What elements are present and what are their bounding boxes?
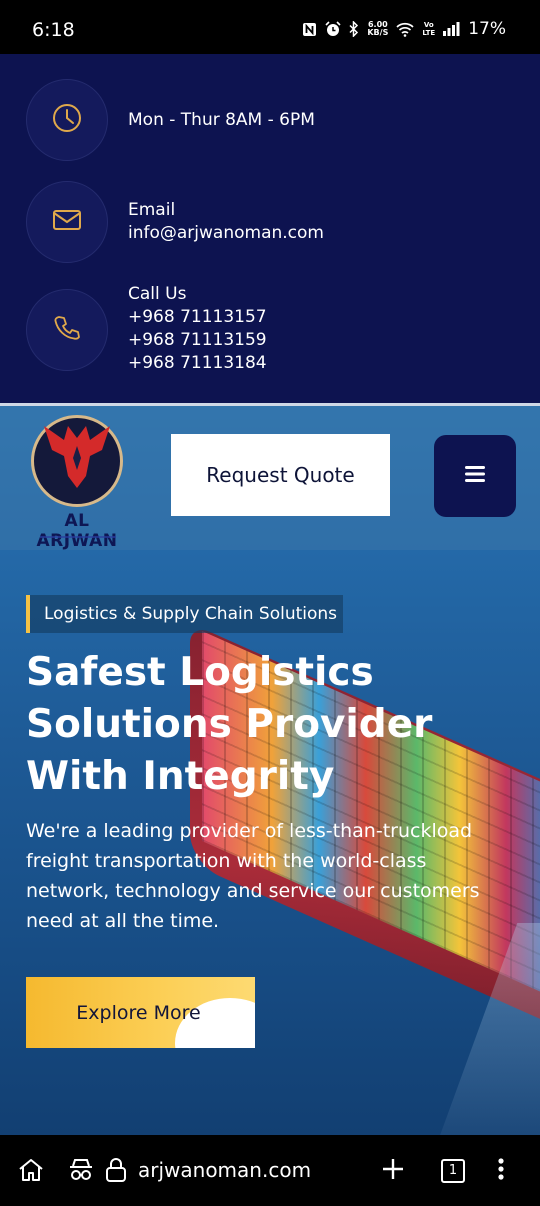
- tabs-button[interactable]: 1: [441, 1159, 465, 1183]
- wifi-icon: [396, 22, 414, 37]
- bluetooth-icon: [349, 21, 359, 37]
- volte-indicator: Vo LTE: [422, 21, 435, 37]
- email-icon-circle: [26, 181, 108, 263]
- clock-icon: [51, 102, 83, 138]
- email-row: Email info@arjwanoman.com: [0, 181, 540, 263]
- network-speed: 6.00 KB/S: [367, 21, 388, 37]
- headline-line-2: Solutions Provider: [26, 702, 433, 747]
- email-text: Email info@arjwanoman.com: [128, 199, 324, 245]
- headline-line-1: Safest Logistics: [26, 650, 374, 695]
- logo-emblem: [31, 415, 123, 507]
- phone-label: Call Us: [128, 284, 187, 304]
- home-icon[interactable]: [17, 1157, 45, 1183]
- volte-top: Vo: [423, 21, 434, 29]
- description-line-3: network, technology and service our cust…: [26, 880, 480, 902]
- explore-more-button[interactable]: Explore More: [26, 977, 255, 1048]
- hours-icon-circle: [26, 79, 108, 161]
- phone-text: Call Us +968 71113157 +968 71113159 +968…: [128, 283, 267, 375]
- phone-number-2[interactable]: +968 71113159: [128, 329, 267, 352]
- explore-more-label: Explore More: [76, 1001, 201, 1024]
- menu-button[interactable]: [434, 435, 516, 517]
- phone-icon-circle: [26, 289, 108, 371]
- plus-icon[interactable]: [381, 1157, 405, 1181]
- status-bar: 6:18 6.00 KB/S Vo LTE 17%: [0, 0, 540, 54]
- eagle-icon: [44, 426, 110, 488]
- headline-line-3: With Integrity: [26, 754, 335, 799]
- contact-info-panel: Mon - Thur 8AM - 6PM Email info@arjwanom…: [0, 54, 540, 403]
- browser-toolbar: arjwanoman.com 1: [0, 1135, 540, 1206]
- battery-level: 17%: [468, 19, 506, 39]
- hours-row: Mon - Thur 8AM - 6PM: [0, 79, 540, 161]
- logo-name: AL ARJWAN: [36, 511, 118, 551]
- status-icons: 6.00 KB/S Vo LTE 17%: [302, 19, 506, 39]
- network-speed-unit: KB/S: [367, 28, 389, 37]
- phone-number-3[interactable]: +968 71113184: [128, 352, 267, 375]
- email-label: Email: [128, 200, 176, 220]
- phone-number-1[interactable]: +968 71113157: [128, 306, 267, 329]
- nfc-icon: [302, 22, 317, 37]
- hamburger-icon: [464, 465, 486, 487]
- more-icon[interactable]: [497, 1157, 505, 1181]
- hero-tag: Logistics & Supply Chain Solutions: [26, 595, 343, 633]
- site-logo[interactable]: AL ARJWAN: [28, 412, 126, 551]
- alarm-icon: [325, 21, 341, 37]
- incognito-icon[interactable]: [68, 1157, 94, 1183]
- address-bar-url[interactable]: arjwanoman.com: [138, 1158, 311, 1182]
- hero-description: We're a leading provider of less-than-tr…: [26, 816, 516, 936]
- hero-section: AL ARJWAN Request Quote Logistics & Supp…: [0, 403, 540, 1135]
- phone-icon: [53, 314, 81, 346]
- email-link[interactable]: info@arjwanoman.com: [128, 222, 324, 245]
- lock-icon: [105, 1157, 127, 1183]
- description-line-1: We're a leading provider of less-than-tr…: [26, 820, 473, 842]
- hero-headline: Safest Logistics Solutions Provider With…: [26, 647, 496, 803]
- volte-bottom: LTE: [422, 29, 436, 37]
- mail-icon: [52, 208, 82, 236]
- description-line-2: freight transportation with the world-cl…: [26, 850, 427, 872]
- logo-tagline: [32, 534, 124, 542]
- phone-row: Call Us +968 71113157 +968 71113159 +968…: [0, 283, 540, 403]
- request-quote-button[interactable]: Request Quote: [171, 434, 390, 516]
- status-time: 6:18: [32, 19, 75, 41]
- description-line-4: need at all the time.: [26, 910, 220, 932]
- hours-text: Mon - Thur 8AM - 6PM: [128, 110, 315, 130]
- signal-icon: [443, 22, 460, 36]
